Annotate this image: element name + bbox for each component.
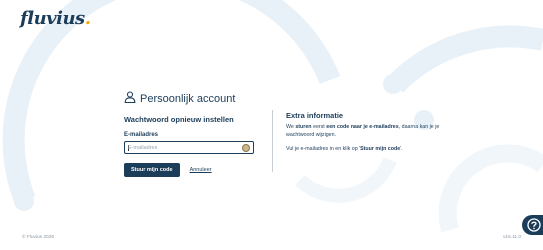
logo-text: fluvius xyxy=(20,8,85,29)
cancel-link[interactable]: Annuleer xyxy=(190,167,212,173)
extra-info-panel: Extra informatie We sturen eerst een cod… xyxy=(286,111,446,154)
autofill-icon[interactable] xyxy=(242,144,250,152)
email-field[interactable] xyxy=(128,143,236,153)
copyright-text: © Fluvius 2025 xyxy=(22,235,55,240)
extra-info-title: Extra informatie xyxy=(286,111,344,120)
send-code-button[interactable]: Stuur mijn code xyxy=(124,163,180,177)
form-subtitle: Wachtwoord opnieuw instellen xyxy=(124,115,234,124)
vertical-divider xyxy=(272,110,273,172)
help-button[interactable] xyxy=(522,215,543,235)
user-icon xyxy=(124,90,136,108)
logo-dot: . xyxy=(84,8,91,29)
info-paragraph-1: We sturen eerst een code naar je e-maila… xyxy=(286,124,440,138)
reset-password-form: Persoonlijk account Wachtwoord opnieuw i… xyxy=(124,90,259,177)
page-title: Persoonlijk account xyxy=(140,93,236,105)
fluvius-logo[interactable]: fluvius. xyxy=(20,8,91,29)
page-title-row: Persoonlijk account xyxy=(124,90,259,108)
extra-info-text: We sturen eerst een code naar je e-maila… xyxy=(286,124,446,154)
info-paragraph-2: Vul je e-mailadres in en klik op 'Stuur … xyxy=(286,146,403,152)
version-text: v15.11.0 xyxy=(503,235,522,240)
email-label: E-mailadres xyxy=(124,132,159,138)
form-actions: Stuur mijn code Annuleer xyxy=(124,163,259,177)
email-field-wrapper xyxy=(124,141,254,154)
